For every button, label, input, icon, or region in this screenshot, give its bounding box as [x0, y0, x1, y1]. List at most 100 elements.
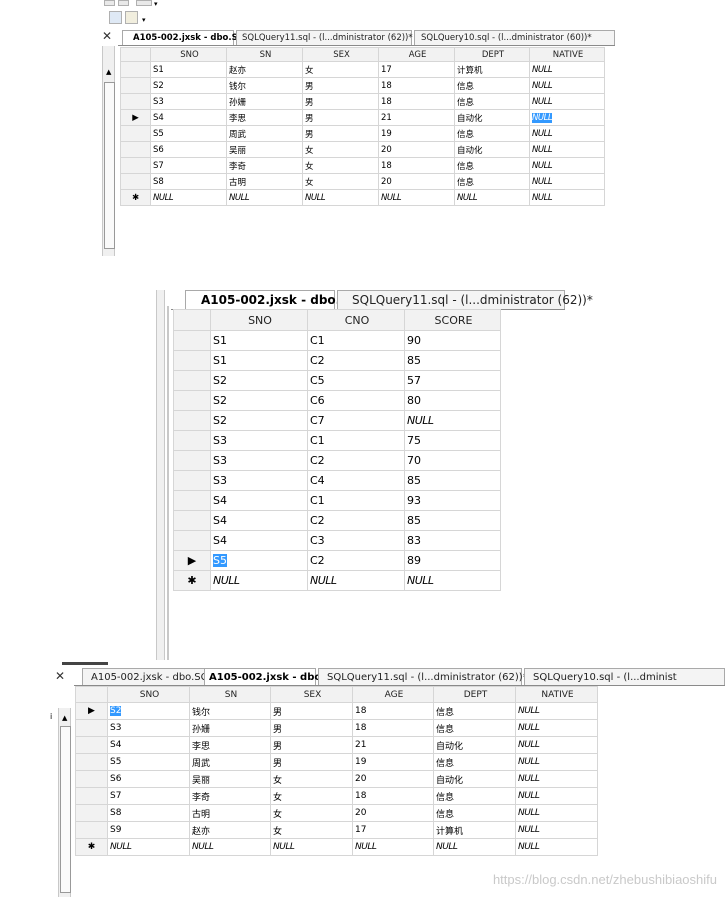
tab-dbo-s[interactable]: A105-002.jxsk - dbo.S	[204, 668, 332, 685]
cell-sex[interactable]: 女	[302, 61, 379, 78]
table-row[interactable]: S5 周武 男 19 信息 NULL	[75, 753, 598, 771]
row-header[interactable]	[120, 157, 151, 174]
cell-sno[interactable]: S5	[210, 550, 308, 571]
column-header-native[interactable]: NATIVE	[529, 47, 605, 62]
cell-sn[interactable]: 孙姗	[226, 93, 303, 110]
cell-age[interactable]: 20	[352, 770, 434, 788]
cell-sn[interactable]: 钱尔	[226, 77, 303, 94]
table-row[interactable]: S5 周武 男 19 信息 NULL	[120, 125, 605, 142]
cell-sno[interactable]: S6	[107, 770, 190, 788]
current-row-icon[interactable]: ▶	[173, 550, 211, 571]
row-header[interactable]	[173, 490, 211, 511]
row-header[interactable]	[120, 125, 151, 142]
row-header[interactable]	[173, 510, 211, 531]
cell-cno[interactable]: C2	[307, 550, 405, 571]
table-row[interactable]: S6 吴丽 女 20 自动化 NULL	[75, 770, 598, 788]
cell-dept[interactable]: 自动化	[433, 770, 516, 788]
table-row[interactable]: S4 C2 85	[173, 510, 501, 531]
cell-score[interactable]: 80	[404, 390, 501, 411]
cell-age[interactable]: 20	[378, 141, 455, 158]
column-header-age[interactable]: AGE	[352, 686, 434, 703]
cell-sno[interactable]: S3	[210, 470, 308, 491]
vertical-scrollbar[interactable]	[156, 290, 165, 660]
cell-dept[interactable]: 信息	[433, 753, 516, 771]
scroll-up-icon[interactable]: ▲	[62, 714, 67, 722]
cell-sno[interactable]: S5	[150, 125, 227, 142]
cell-sex[interactable]: 男	[270, 736, 353, 754]
cell-native[interactable]: NULL	[515, 787, 598, 805]
cell-sno[interactable]: S7	[150, 157, 227, 174]
row-header[interactable]	[120, 141, 151, 158]
cell-sn[interactable]: NULL	[189, 838, 271, 856]
scroll-thumb[interactable]	[60, 726, 71, 893]
cell-sn[interactable]: 李奇	[189, 787, 271, 805]
table-row[interactable]: S4 C1 93	[173, 490, 501, 511]
table-row[interactable]: S7 李奇 女 18 信息 NULL	[120, 157, 605, 174]
cell-dept[interactable]: 信息	[454, 77, 530, 94]
cell-cno[interactable]: C2	[307, 350, 405, 371]
cell-score[interactable]: 75	[404, 430, 501, 451]
corner-cell[interactable]	[75, 686, 108, 703]
cell-native[interactable]: NULL	[515, 838, 598, 856]
cell-sex[interactable]: 男	[302, 77, 379, 94]
table-row[interactable]: S6 吴丽 女 20 自动化 NULL	[120, 141, 605, 158]
cell-native[interactable]: NULL	[529, 109, 605, 126]
new-row-icon[interactable]: ✱	[120, 189, 151, 206]
table-row[interactable]: S2 C5 57	[173, 370, 501, 391]
cell-score[interactable]: NULL	[404, 410, 501, 431]
cell-cno[interactable]: C7	[307, 410, 405, 431]
cell-sno[interactable]: S3	[107, 719, 190, 737]
row-header[interactable]	[120, 173, 151, 190]
cell-age[interactable]: 21	[352, 736, 434, 754]
cell-native[interactable]: NULL	[515, 821, 598, 839]
cell-sno[interactable]: S2	[107, 702, 190, 720]
row-header[interactable]	[173, 370, 211, 391]
cell-sn[interactable]: NULL	[226, 189, 303, 206]
table-row[interactable]: S3 孙姗 男 18 信息 NULL	[75, 719, 598, 737]
cell-dept[interactable]: 计算机	[454, 61, 530, 78]
cell-score[interactable]: 70	[404, 450, 501, 471]
table-row[interactable]: S3 孙姗 男 18 信息 NULL	[120, 93, 605, 110]
cell-sno[interactable]: S1	[210, 330, 308, 351]
row-header[interactable]	[75, 804, 108, 822]
table-row[interactable]: S3 C2 70	[173, 450, 501, 471]
table-row[interactable]: ▶ S5 C2 89	[173, 550, 501, 571]
row-header[interactable]	[173, 350, 211, 371]
corner-cell[interactable]	[120, 47, 151, 62]
cell-sno[interactable]: S9	[107, 821, 190, 839]
table-row[interactable]: S1 C1 90	[173, 330, 501, 351]
cell-sno[interactable]: S2	[210, 370, 308, 391]
cell-sno[interactable]: S1	[150, 61, 227, 78]
cell-sex[interactable]: NULL	[302, 189, 379, 206]
tab-sqlquery11[interactable]: SQLQuery11.sql - (l...dministrator (62))…	[337, 290, 593, 309]
cell-sex[interactable]: 男	[270, 702, 353, 720]
cell-native[interactable]: NULL	[515, 702, 598, 720]
column-header-sex[interactable]: SEX	[270, 686, 353, 703]
cell-age[interactable]: 20	[352, 804, 434, 822]
cell-sno[interactable]: NULL	[150, 189, 227, 206]
cell-score[interactable]: 85	[404, 350, 501, 371]
cell-sex[interactable]: 女	[270, 821, 353, 839]
column-header-score[interactable]: SCORE	[404, 309, 501, 331]
current-row-icon[interactable]: ▶	[120, 109, 151, 126]
cell-sn[interactable]: 李奇	[226, 157, 303, 174]
cell-age[interactable]: 17	[352, 821, 434, 839]
cell-sno[interactable]: S3	[210, 430, 308, 451]
row-header[interactable]	[173, 410, 211, 431]
cell-sno[interactable]: S3	[150, 93, 227, 110]
cell-cno[interactable]: C2	[307, 510, 405, 531]
cell-sex[interactable]: 男	[270, 753, 353, 771]
column-header-age[interactable]: AGE	[378, 47, 455, 62]
new-row[interactable]: ✱ NULL NULL NULL NULL NULL NULL	[120, 189, 605, 206]
cell-age[interactable]: 18	[352, 719, 434, 737]
cell-cno[interactable]: NULL	[307, 570, 405, 591]
cell-cno[interactable]: C1	[307, 430, 405, 451]
cell-dept[interactable]: 自动化	[454, 109, 530, 126]
cell-sex[interactable]: 男	[302, 109, 379, 126]
cell-age[interactable]: 18	[352, 702, 434, 720]
cell-cno[interactable]: C1	[307, 330, 405, 351]
table-row[interactable]: S7 李奇 女 18 信息 NULL	[75, 787, 598, 805]
tab-sqlquery10[interactable]: SQLQuery10.sql - (l...dminist	[524, 668, 725, 685]
cell-sn[interactable]: 古明	[226, 173, 303, 190]
cell-dept[interactable]: 信息	[433, 702, 516, 720]
